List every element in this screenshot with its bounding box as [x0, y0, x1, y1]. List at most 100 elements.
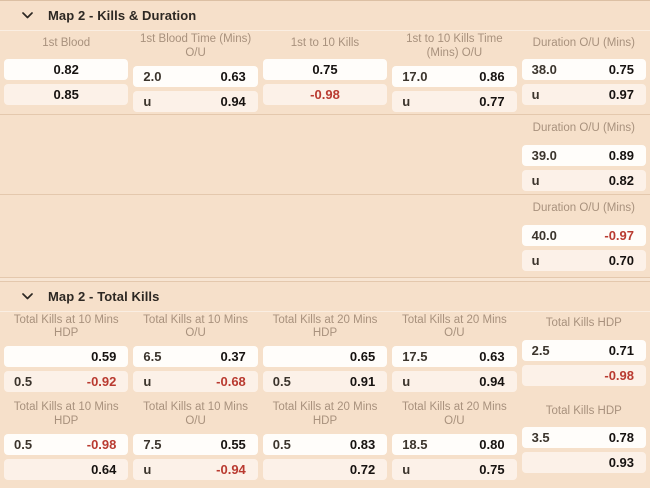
market-header: Total Kills at 20 Mins O/U: [392, 399, 516, 430]
odds-cell[interactable]: 17.00.86: [392, 66, 516, 87]
odds-value: -0.68: [216, 374, 246, 389]
duration-extra-block-1: Duration O/U (Mins) 39.00.89 u 0.82: [0, 117, 650, 191]
odds-cell[interactable]: 0.5 0.83: [263, 434, 387, 455]
section-total-kills: Map 2 - Total Kills Total Kills at 10 Mi…: [0, 282, 650, 488]
odds-value: 0.72: [350, 462, 375, 477]
market-column: Total Kills at 20 Mins HDP 0.5 0.83 0.72: [263, 399, 387, 480]
market-column: Total Kills at 10 Mins HDP0.5-0.980.64: [4, 399, 128, 480]
line-value: 40.0: [532, 228, 557, 243]
odds-cell[interactable]: 6.50.37: [133, 346, 257, 367]
odds-cell[interactable]: 2.0 0.63: [133, 66, 257, 87]
line-value: 38.0: [532, 62, 557, 77]
odds-cell[interactable]: 0.75: [263, 59, 387, 80]
odds-cell[interactable]: 40.0 -0.97: [522, 225, 646, 246]
market-header: Total Kills at 20 Mins HDP: [263, 399, 387, 430]
odds-cell[interactable]: u -0.94: [133, 459, 257, 480]
odds-cell[interactable]: 7.50.55: [133, 434, 257, 455]
market-column: 1st Blood Time (Mins) O/U 2.0 0.63 u 0.94: [133, 31, 257, 112]
line-value: 18.5: [402, 437, 427, 452]
odds-cell[interactable]: u -0.68: [133, 371, 257, 392]
odds-cell[interactable]: 0.85: [4, 84, 128, 105]
market-header: Duration O/U (Mins): [522, 197, 646, 221]
odds-value: 0.75: [609, 62, 634, 77]
total-kills-market-row: Total Kills at 10 Mins HDP0.5-0.980.64To…: [0, 399, 650, 480]
market-column: 1st to 10 Kills 0.75 -0.98: [263, 31, 387, 112]
odds-cell[interactable]: u0.70: [522, 250, 646, 271]
odds-cell[interactable]: 0.65: [263, 346, 387, 367]
market-column: Total Kills at 10 Mins O/U 6.50.37 u -0.68: [133, 312, 257, 393]
odds-cell[interactable]: u0.97: [522, 84, 646, 105]
section-title: Map 2 - Kills & Duration: [48, 8, 196, 23]
section-header-kills-duration[interactable]: Map 2 - Kills & Duration: [0, 1, 650, 31]
odds-cell[interactable]: 2.5 0.71: [522, 340, 646, 361]
odds-cell[interactable]: 0.93: [522, 452, 646, 473]
odds-value: 0.78: [609, 430, 634, 445]
odds-value: 0.83: [350, 437, 375, 452]
odds-value: 0.82: [609, 173, 634, 188]
odds-cell[interactable]: 3.50.78: [522, 427, 646, 448]
market-header: Total Kills at 20 Mins HDP: [263, 312, 387, 343]
market-header: Duration O/U (Mins): [522, 117, 646, 141]
odds-cell[interactable]: u 0.75: [392, 459, 516, 480]
odds-value: -0.92: [87, 374, 117, 389]
odds-value: -0.94: [216, 462, 246, 477]
odds-value: 0.71: [609, 343, 634, 358]
market-header: 1st Blood: [4, 31, 128, 55]
market-column: Duration O/U (Mins)38.00.75u0.97: [522, 31, 646, 112]
market-header: Total Kills at 10 Mins O/U: [133, 312, 257, 343]
odds-cell[interactable]: 0.64: [4, 459, 128, 480]
odds-value: 0.63: [479, 349, 504, 364]
odds-cell[interactable]: 0.5-0.92: [4, 371, 128, 392]
line-value: 0.5: [273, 437, 291, 452]
chevron-down-icon: [22, 12, 33, 19]
line-value: 2.5: [532, 343, 550, 358]
line-value: 0.5: [273, 374, 291, 389]
odds-value: -0.97: [604, 228, 634, 243]
odds-value: 0.75: [479, 462, 504, 477]
market-header: Total Kills at 10 Mins O/U: [133, 399, 257, 430]
line-value: 0.5: [14, 437, 32, 452]
duration-extra-block-2: Duration O/U (Mins) 40.0 -0.97 u0.70: [0, 197, 650, 271]
odds-cell[interactable]: 0.72: [263, 459, 387, 480]
odds-cell[interactable]: -0.98: [522, 365, 646, 386]
odds-value: 0.37: [220, 349, 245, 364]
odds-cell[interactable]: u0.77: [392, 91, 516, 112]
market-column: Total Kills at 10 Mins HDP 0.59 0.5-0.92: [4, 312, 128, 393]
market-header: 1st to 10 Kills: [263, 31, 387, 55]
odds-cell[interactable]: 39.00.89: [522, 145, 646, 166]
odds-cell[interactable]: 0.59: [4, 346, 128, 367]
line-value: u: [402, 374, 410, 389]
odds-cell[interactable]: u 0.94: [133, 91, 257, 112]
total-kills-market-row: Total Kills at 10 Mins HDP0.590.5-0.92To…: [0, 312, 650, 393]
odds-cell[interactable]: 17.50.63: [392, 346, 516, 367]
odds-value: 0.91: [350, 374, 375, 389]
odds-cell[interactable]: 0.82: [4, 59, 128, 80]
line-value: 2.0: [143, 69, 161, 84]
odds-cell[interactable]: 0.5 0.91: [263, 371, 387, 392]
market-header: Total Kills HDP: [522, 312, 646, 336]
line-value: u: [143, 462, 151, 477]
market-column: 1st to 10 Kills Time (Mins) O/U17.00.86u…: [392, 31, 516, 112]
odds-cell[interactable]: -0.98: [263, 84, 387, 105]
odds-value: 0.94: [220, 94, 245, 109]
odds-cell[interactable]: 18.50.80: [392, 434, 516, 455]
line-value: u: [532, 173, 540, 188]
odds-cell[interactable]: 38.0 0.75: [522, 59, 646, 80]
market-header: 1st Blood Time (Mins) O/U: [133, 31, 257, 62]
market-header: Total Kills HDP: [522, 399, 646, 423]
section-kills-duration: Map 2 - Kills & Duration 1st Blood 0.82 0.…: [0, 1, 650, 274]
market-column: Duration O/U (Mins) 39.00.89 u 0.82: [522, 117, 646, 191]
market-header: Total Kills at 10 Mins HDP: [4, 312, 128, 343]
line-value: u: [143, 374, 151, 389]
odds-value: 0.63: [220, 69, 245, 84]
odds-cell[interactable]: u 0.82: [522, 170, 646, 191]
market-column: 1st Blood 0.82 0.85: [4, 31, 128, 112]
odds-value: 0.97: [609, 87, 634, 102]
odds-value: 0.93: [609, 455, 634, 470]
section-header-total-kills[interactable]: Map 2 - Total Kills: [0, 282, 650, 312]
line-value: u: [402, 462, 410, 477]
odds-cell[interactable]: u0.94: [392, 371, 516, 392]
line-value: u: [143, 94, 151, 109]
odds-value: 0.77: [479, 94, 504, 109]
odds-cell[interactable]: 0.5-0.98: [4, 434, 128, 455]
